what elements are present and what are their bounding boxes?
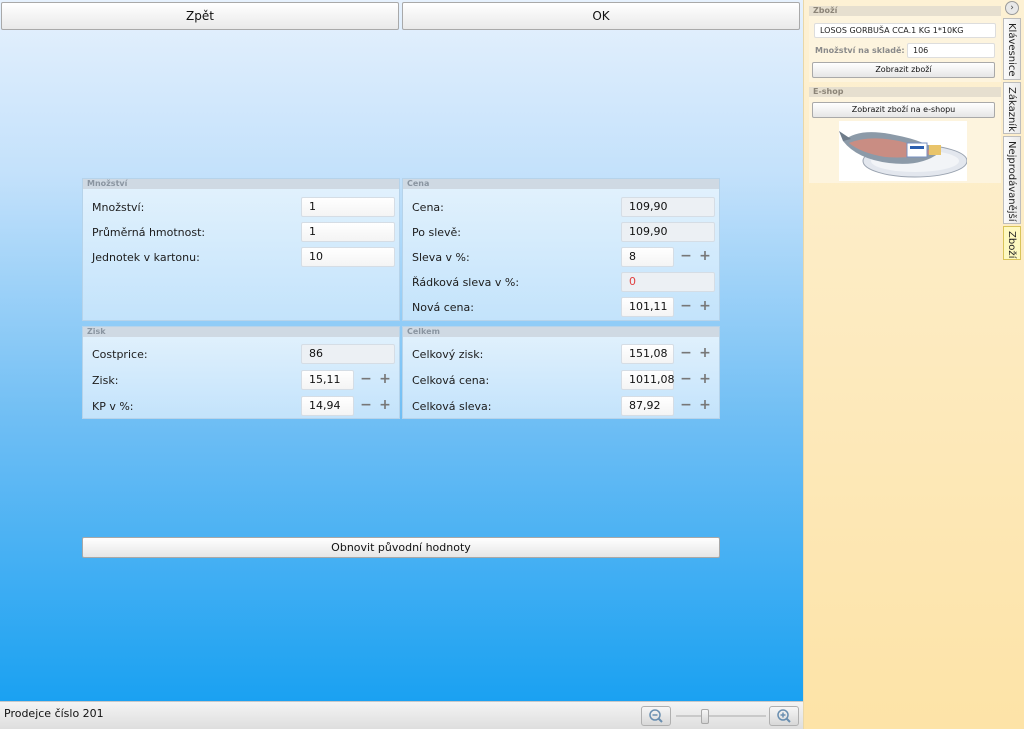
product-name-field: LOSOS GORBUŠA CCA.1 KG 1*10KG — [814, 23, 996, 38]
zoom-out-button[interactable] — [641, 706, 671, 726]
minus-icon[interactable]: − — [680, 346, 692, 360]
price-field: 109,90 — [621, 197, 715, 217]
product-panel-title: Zboží — [809, 6, 1001, 16]
tab-keyboard[interactable]: Klávesnice — [1003, 18, 1021, 80]
price-panel: Cena Cena: 109,90 Po slevě: 109,90 Sleva… — [402, 178, 720, 321]
quantity-field[interactable]: 1 — [301, 197, 395, 217]
field-label: Řádková sleva v %: — [412, 276, 520, 289]
zoom-in-icon — [777, 709, 791, 723]
stock-value: 106 — [907, 43, 995, 58]
profit-field[interactable]: 15,11 — [301, 370, 354, 390]
avg-weight-row: Průměrná hmotnost: 1 — [83, 222, 399, 244]
main-area: Zpět OK Množství Množství: 1 Průměrná hm… — [0, 0, 803, 701]
costprice-field: 86 — [301, 344, 395, 364]
total-profit-row: Celkový zisk: 151,08 − + — [403, 344, 719, 366]
tab-label: Klávesnice — [1006, 23, 1017, 77]
minus-icon[interactable]: − — [680, 372, 692, 386]
zoom-slider-track[interactable] — [676, 715, 766, 717]
quantity-panel: Množství Množství: 1 Průměrná hmotnost: … — [82, 178, 400, 321]
field-label: Costprice: — [92, 348, 148, 361]
field-label: Celková cena: — [412, 374, 490, 387]
ok-button[interactable]: OK — [402, 2, 800, 30]
new-price-field[interactable]: 101,11 — [621, 297, 674, 317]
total-price-field[interactable]: 1011,08 — [621, 370, 675, 390]
panel-title: Zisk — [83, 327, 399, 337]
field-label: Celkový zisk: — [412, 348, 484, 361]
tab-bestsellers[interactable]: Nejprodávanější — [1003, 136, 1021, 224]
plus-icon[interactable]: + — [699, 372, 711, 386]
field-label: Jednotek v kartonu: — [92, 251, 200, 264]
margin-percent-field[interactable]: 14,94 — [301, 396, 354, 416]
zoom-in-button[interactable] — [769, 706, 799, 726]
zoom-slider-thumb[interactable] — [701, 709, 709, 724]
tab-label: Zboží — [1006, 231, 1017, 259]
eshop-panel-title: E-shop — [809, 87, 1001, 97]
tab-label: Nejprodávanější — [1006, 141, 1017, 222]
plus-icon[interactable]: + — [379, 372, 391, 386]
minus-icon[interactable]: − — [360, 372, 372, 386]
total-discount-field[interactable]: 87,92 — [621, 396, 674, 416]
new-price-row: Nová cena: 101,11 − + — [403, 297, 719, 319]
plus-icon[interactable]: + — [699, 299, 711, 313]
chevron-right-icon[interactable]: › — [1005, 1, 1019, 15]
panel-title: Cena — [403, 179, 719, 189]
total-profit-field[interactable]: 151,08 — [621, 344, 674, 364]
avg-weight-field[interactable]: 1 — [301, 222, 395, 242]
zoom-out-icon — [649, 709, 663, 723]
stock-label: Množství na skladě: — [815, 46, 905, 55]
minus-icon[interactable]: − — [680, 249, 692, 263]
field-label: Po slevě: — [412, 226, 462, 239]
right-sidebar: Zboží LOSOS GORBUŠA CCA.1 KG 1*10KG Množ… — [803, 0, 1024, 729]
seller-number: Prodejce číslo 201 — [4, 707, 104, 720]
minus-icon[interactable]: − — [680, 299, 692, 313]
discount-percent-field[interactable]: 8 — [621, 247, 674, 267]
field-label: KP v %: — [92, 400, 134, 413]
fish-image — [839, 131, 968, 178]
plus-icon[interactable]: + — [379, 398, 391, 412]
plus-icon[interactable]: + — [699, 398, 711, 412]
show-eshop-button[interactable]: Zobrazit zboží na e-shopu — [812, 102, 995, 118]
eshop-panel: E-shop Zobrazit zboží na e-shopu — [809, 87, 1001, 183]
field-label: Cena: — [412, 201, 444, 214]
plus-icon[interactable]: + — [699, 346, 711, 360]
price-row: Cena: 109,90 — [403, 197, 719, 219]
line-discount-field: 0 — [621, 272, 715, 292]
margin-percent-row: KP v %: 14,94 − + — [83, 396, 399, 418]
product-image — [839, 121, 968, 181]
field-label: Množství: — [92, 201, 145, 214]
tab-product[interactable]: Zboží — [1003, 226, 1021, 260]
field-label: Průměrná hmotnost: — [92, 226, 206, 239]
show-product-button[interactable]: Zobrazit zboží — [812, 62, 995, 78]
panel-title: Celkem — [403, 327, 719, 337]
tab-customer[interactable]: Zákazník — [1003, 82, 1021, 134]
profit-panel: Zisk Costprice: 86 Zisk: 15,11 − + KP v … — [82, 326, 400, 419]
minus-icon[interactable]: − — [680, 398, 692, 412]
total-price-row: Celková cena: 1011,08 − + — [403, 370, 719, 392]
total-discount-row: Celková sleva: 87,92 − + — [403, 396, 719, 418]
plus-icon[interactable]: + — [699, 249, 711, 263]
minus-icon[interactable]: − — [360, 398, 372, 412]
profit-row: Zisk: 15,11 − + — [83, 370, 399, 392]
reset-values-button[interactable]: Obnovit původní hodnoty — [82, 537, 720, 558]
status-bar: Prodejce číslo 201 — [0, 701, 803, 729]
after-discount-row: Po slevě: 109,90 — [403, 222, 719, 244]
units-per-carton-field[interactable]: 10 — [301, 247, 395, 267]
total-panel: Celkem Celkový zisk: 151,08 − + Celková … — [402, 326, 720, 419]
field-label: Celková sleva: — [412, 400, 492, 413]
product-panel: Zboží LOSOS GORBUŠA CCA.1 KG 1*10KG Množ… — [809, 6, 1001, 82]
after-discount-field: 109,90 — [621, 222, 715, 242]
field-label: Nová cena: — [412, 301, 474, 314]
costprice-row: Costprice: 86 — [83, 344, 399, 366]
panel-title: Množství — [83, 179, 399, 189]
quantity-row: Množství: 1 — [83, 197, 399, 219]
field-label: Sleva v %: — [412, 251, 470, 264]
field-label: Zisk: — [92, 374, 119, 387]
line-discount-row: Řádková sleva v %: 0 — [403, 272, 719, 294]
tab-label: Zákazník — [1006, 87, 1017, 132]
back-button[interactable]: Zpět — [1, 2, 399, 30]
discount-percent-row: Sleva v %: 8 − + — [403, 247, 719, 269]
units-per-carton-row: Jednotek v kartonu: 10 — [83, 247, 399, 269]
